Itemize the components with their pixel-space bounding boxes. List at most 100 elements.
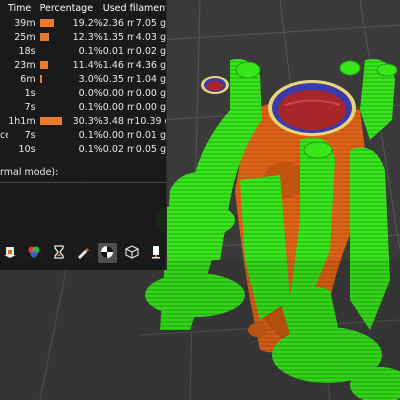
feature-name xyxy=(0,142,8,156)
row-filament-length: 1.46 m xyxy=(102,59,135,71)
model-top-opening xyxy=(268,80,356,136)
view-color-wipe-icon xyxy=(27,244,41,263)
view-travel-icon xyxy=(3,244,17,263)
shadow xyxy=(0,260,400,400)
table-row: 7s 0.1% 0.00 m 0.00 g xyxy=(0,100,166,114)
row-percentage: 12.3% xyxy=(72,31,103,43)
feature-name: ce xyxy=(0,129,8,141)
row-percentage: 0.1% xyxy=(78,143,103,155)
percentage-bar-fill xyxy=(39,33,49,41)
model-small-opening xyxy=(201,76,229,94)
feature-statistics-table: Time Percentage Used filament 39m 19.2% 2.… xyxy=(0,0,166,156)
percentage-bar-fill xyxy=(39,19,54,27)
row-percentage: 3.0% xyxy=(78,73,103,85)
row-filament-length: 0.35 m xyxy=(102,73,135,85)
row-time: 7s xyxy=(24,101,36,113)
view-shells-icon xyxy=(100,244,114,263)
row-filament-length: 0.00 m xyxy=(102,87,135,99)
table-header-row: Time Percentage Used filament xyxy=(0,0,166,16)
row-filament-weight: 0.05 g xyxy=(135,143,166,155)
feature-name xyxy=(0,30,8,44)
row-filament-weight: 10.39 g xyxy=(134,115,166,127)
feature-name xyxy=(0,114,8,128)
table-row: 10s 0.1% 0.02 m 0.05 g xyxy=(0,142,166,156)
table-row: 25m 12.3% 1.35 m 4.03 g xyxy=(0,30,166,44)
row-time: 25m xyxy=(14,31,36,43)
row-percentage-bar xyxy=(39,44,72,58)
row-percentage: 30.3% xyxy=(72,115,103,127)
view-toolmarker-button[interactable] xyxy=(147,243,166,263)
view-cube-icon xyxy=(125,244,139,263)
feature-name xyxy=(0,100,8,114)
table-row: 18s 0.1% 0.01 m 0.02 g xyxy=(0,44,166,58)
feature-name xyxy=(0,86,8,100)
table-body: 39m 19.2% 2.36 m 7.05 g 25m 12.3% 1.35 m 4.03 g… xyxy=(0,16,166,156)
table-row: 6m 3.0% 0.35 m 1.04 g xyxy=(0,72,166,86)
row-percentage: 0.0% xyxy=(78,87,103,99)
table-row: 23m 11.4% 1.46 m 4.36 g xyxy=(0,58,166,72)
view-color-wipe-button[interactable] xyxy=(24,243,43,263)
row-filament-weight: 0.01 g xyxy=(135,129,166,141)
view-seam-icon xyxy=(76,244,90,263)
row-filament-length: 0.00 m xyxy=(102,101,135,113)
row-percentage: 0.1% xyxy=(78,45,103,57)
row-filament-weight: 4.03 g xyxy=(135,31,166,43)
row-percentage-bar xyxy=(39,100,72,114)
row-filament-length: 1.35 m xyxy=(102,31,135,43)
feature-name xyxy=(0,16,8,30)
percentage-bar-fill xyxy=(39,61,48,69)
view-toolbar xyxy=(0,240,166,266)
header-used-filament: Used filament xyxy=(102,2,166,14)
row-percentage-bar xyxy=(40,86,72,100)
row-filament-weight: 0.00 g xyxy=(135,87,166,99)
statistics-panel: Time Percentage Used filament 39m 19.2% 2.… xyxy=(0,0,167,270)
percentage-bar-fill xyxy=(39,117,62,125)
row-filament-weight: 4.36 g xyxy=(135,59,166,71)
row-filament-weight: 7.05 g xyxy=(135,17,166,29)
view-timelapse-icon xyxy=(52,244,66,263)
row-filament-weight: 0.02 g xyxy=(135,45,166,57)
row-time: 23m xyxy=(14,59,36,71)
table-row: 1h1m 30.3%3.48 m10.39 g xyxy=(0,114,166,128)
view-timelapse-button[interactable] xyxy=(49,243,68,263)
header-percentage: Percentage xyxy=(39,2,94,14)
legend-mode-label: rmal mode): xyxy=(0,167,59,178)
row-time: 6m xyxy=(20,73,36,85)
row-percentage-bar xyxy=(39,128,72,142)
feature-name xyxy=(0,72,8,86)
row-percentage-bar xyxy=(39,114,72,128)
row-filament-weight: 0.00 g xyxy=(135,101,166,113)
view-toolmarker-icon xyxy=(149,244,163,263)
header-time: Time xyxy=(8,2,32,14)
divider xyxy=(0,182,166,183)
view-seam-button[interactable] xyxy=(73,243,92,263)
table-row: 39m 19.2% 2.36 m 7.05 g xyxy=(0,16,166,30)
row-time: 1h1m xyxy=(8,115,36,127)
row-time: 18s xyxy=(18,45,36,57)
row-filament-length: 0.02 m xyxy=(102,143,135,155)
row-filament-length: 0.01 m xyxy=(102,45,135,57)
table-row: ce 7s 0.1%0.00 m0.01 g xyxy=(0,128,166,142)
row-time: 39m xyxy=(14,17,36,29)
row-percentage-bar xyxy=(39,16,72,30)
percentage-bar-fill xyxy=(39,75,42,83)
row-percentage-bar xyxy=(39,142,72,156)
row-percentage-bar xyxy=(39,30,72,44)
row-percentage: 0.1% xyxy=(78,129,103,141)
row-time: 10s xyxy=(18,143,36,155)
feature-name xyxy=(0,58,8,72)
row-percentage: 0.1% xyxy=(78,101,103,113)
row-percentage: 11.4% xyxy=(72,59,103,71)
row-percentage: 19.2% xyxy=(72,17,103,29)
view-cube-button[interactable] xyxy=(122,243,141,263)
row-filament-length: 0.00 m xyxy=(102,129,135,141)
row-percentage-bar xyxy=(39,58,72,72)
row-filament-length: 3.48 m xyxy=(102,115,135,127)
row-time: 7s xyxy=(24,129,36,141)
table-row: 1s 0.0% 0.00 m 0.00 g xyxy=(0,86,166,100)
view-travel-button[interactable] xyxy=(0,243,19,263)
row-filament-length: 2.36 m xyxy=(102,17,135,29)
row-time: 1s xyxy=(24,87,36,99)
view-shells-button[interactable] xyxy=(97,243,118,263)
row-filament-weight: 1.04 g xyxy=(135,73,166,85)
